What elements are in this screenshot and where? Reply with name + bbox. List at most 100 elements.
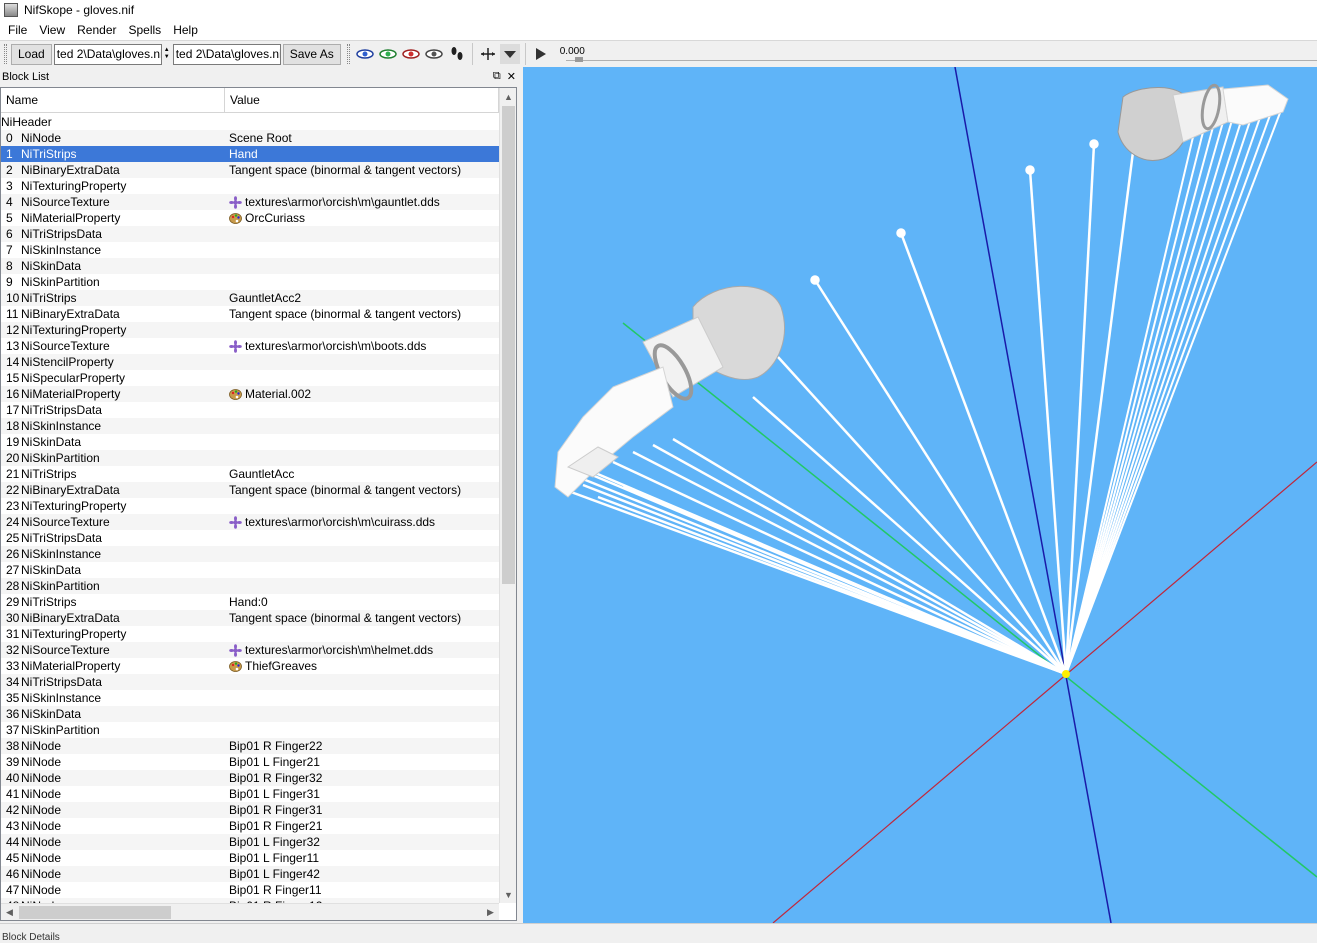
tree-row[interactable]: 17 NiTriStripsData <box>1 402 499 418</box>
tree-row[interactable]: 0 NiNode Scene Root <box>1 130 499 146</box>
tree-row[interactable]: 11 NiBinaryExtraData Tangent space (binorm… <box>1 306 499 322</box>
block-value: Hand <box>225 147 258 161</box>
tree-row[interactable]: 4 NiSourceTexture textures\armor\orcish\m\… <box>1 194 499 210</box>
path-spinner[interactable]: ▲ ▼ <box>164 44 172 65</box>
tree-row[interactable]: 29 NiTriStrips Hand:0 <box>1 594 499 610</box>
menu-file[interactable]: File <box>2 23 33 37</box>
play-icon[interactable] <box>531 44 551 64</box>
tree-row[interactable]: 46 NiNode Bip01 L Finger42 <box>1 866 499 882</box>
load-button[interactable]: Load <box>11 43 52 65</box>
block-value: textures\armor\orcish\m\boots.dds <box>225 339 426 353</box>
tree-row[interactable]: 37 NiSkinPartition <box>1 722 499 738</box>
skeleton-bones <box>752 139 1135 675</box>
block-index: 24 <box>6 515 20 529</box>
scroll-right-icon[interactable]: ▶ <box>482 904 499 920</box>
footprints-icon[interactable] <box>447 44 467 64</box>
tree-row[interactable]: 12 NiTexturingProperty <box>1 322 499 338</box>
timeline-slider-handle[interactable] <box>575 57 583 62</box>
tree-row[interactable]: 25 NiTriStripsData <box>1 530 499 546</box>
palette-icon <box>229 212 242 225</box>
tree-row[interactable]: 14 NiStencilProperty <box>1 354 499 370</box>
tree-row[interactable]: 3 NiTexturingProperty <box>1 178 499 194</box>
horizontal-scrollbar[interactable]: ◀ ▶ <box>1 903 499 920</box>
eye-blue-icon[interactable] <box>356 48 374 60</box>
save-as-button[interactable]: Save As <box>282 43 341 65</box>
vertical-scrollbar[interactable]: ▲ ▼ <box>499 88 516 903</box>
tree-row[interactable]: 41 NiNode Bip01 L Finger31 <box>1 786 499 802</box>
tree-row[interactable]: 16 NiMaterialProperty Material.002 <box>1 386 499 402</box>
block-type-name: NiTriStrips <box>21 467 77 481</box>
tree-row[interactable]: 38 NiNode Bip01 R Finger22 <box>1 738 499 754</box>
tree-row[interactable]: 31 NiTexturingProperty <box>1 626 499 642</box>
tree-row[interactable]: 5 NiMaterialProperty OrcCuriass <box>1 210 499 226</box>
close-dock-icon[interactable]: ✕ <box>507 70 516 83</box>
tree-row[interactable]: 47 NiNode Bip01 R Finger11 <box>1 882 499 898</box>
animation-timeline-slider[interactable] <box>566 60 1317 61</box>
save-path-field[interactable]: ted 2\Data\gloves.nif <box>172 43 281 65</box>
tree-row[interactable]: 34 NiTriStripsData <box>1 674 499 690</box>
scroll-down-icon[interactable]: ▼ <box>500 886 516 903</box>
block-type-name: NiSkinInstance <box>21 243 102 257</box>
tree-row[interactable]: 39 NiNode Bip01 L Finger21 <box>1 754 499 770</box>
tree-row[interactable]: 28 NiSkinPartition <box>1 578 499 594</box>
tree-row[interactable]: 26 NiSkinInstance <box>1 546 499 562</box>
block-index: 12 <box>6 323 20 337</box>
menu-help[interactable]: Help <box>167 23 204 37</box>
toolbar-grip[interactable] <box>4 44 7 64</box>
tree-row[interactable]: 13 NiSourceTexture textures\armor\orcish\m… <box>1 338 499 354</box>
tree-row[interactable]: 32 NiSourceTexture textures\armor\orcish\m… <box>1 642 499 658</box>
tree-row[interactable]: 33 NiMaterialProperty ThiefGreaves <box>1 658 499 674</box>
menu-render[interactable]: Render <box>71 23 122 37</box>
block-index: 1 <box>6 147 13 161</box>
texture-icon <box>229 515 242 529</box>
load-path-field[interactable]: ted 2\Data\gloves.nif <box>53 43 162 65</box>
tree-row[interactable]: 10 NiTriStrips GauntletAcc2 <box>1 290 499 306</box>
eye-green-icon[interactable] <box>379 48 397 60</box>
tree-row[interactable]: 7 NiSkinInstance <box>1 242 499 258</box>
tree-row[interactable]: 36 NiSkinData <box>1 706 499 722</box>
block-index: 0 <box>6 131 13 145</box>
tree-row[interactable]: 30 NiBinaryExtraData Tangent space (binorm… <box>1 610 499 626</box>
eye-red-icon[interactable] <box>402 48 420 60</box>
tree-row[interactable]: 1 NiTriStrips Hand <box>1 146 499 162</box>
tree-row[interactable]: 42 NiNode Bip01 R Finger31 <box>1 802 499 818</box>
tree-row[interactable]: 21 NiTriStrips GauntletAcc <box>1 466 499 482</box>
tree-row[interactable]: 9 NiSkinPartition <box>1 274 499 290</box>
scroll-left-icon[interactable]: ◀ <box>1 904 18 920</box>
tree-row[interactable]: 35 NiSkinInstance <box>1 690 499 706</box>
vertical-scroll-thumb[interactable] <box>502 106 515 584</box>
block-list-tree[interactable]: Name Value NiHeader 0 NiNode Scene Root 1 NiT… <box>0 87 517 921</box>
tree-row[interactable]: 19 NiSkinData <box>1 434 499 450</box>
move-axes-icon[interactable] <box>478 44 498 64</box>
nifskope-app-icon <box>4 2 18 17</box>
horizontal-scroll-thumb[interactable] <box>19 906 171 919</box>
tree-row[interactable]: 43 NiNode Bip01 R Finger21 <box>1 818 499 834</box>
tree-row[interactable]: 40 NiNode Bip01 R Finger32 <box>1 770 499 786</box>
tree-row[interactable]: 27 NiSkinData <box>1 562 499 578</box>
column-header-name[interactable]: Name <box>1 88 225 112</box>
render-viewport[interactable] <box>523 67 1317 923</box>
tree-row[interactable]: 20 NiSkinPartition <box>1 450 499 466</box>
column-header-value[interactable]: Value <box>225 88 499 112</box>
toolbar-grip-2[interactable] <box>346 44 350 64</box>
tree-row[interactable]: 6 NiTriStripsData <box>1 226 499 242</box>
menu-view[interactable]: View <box>33 23 71 37</box>
tree-row[interactable]: 22 NiBinaryExtraData Tangent space (binorm… <box>1 482 499 498</box>
tree-row[interactable]: 44 NiNode Bip01 L Finger32 <box>1 834 499 850</box>
tree-row[interactable]: 24 NiSourceTexture textures\armor\orcish\m… <box>1 514 499 530</box>
block-value: Material.002 <box>225 387 311 401</box>
tree-row[interactable]: 45 NiNode Bip01 L Finger11 <box>1 850 499 866</box>
eye-gray-icon[interactable] <box>425 48 443 60</box>
scroll-up-icon[interactable]: ▲ <box>500 88 516 105</box>
menu-spells[interactable]: Spells <box>123 23 168 37</box>
tree-row[interactable]: 23 NiTexturingProperty <box>1 498 499 514</box>
tree-row[interactable]: NiHeader <box>1 114 499 130</box>
tree-row[interactable]: 18 NiSkinInstance <box>1 418 499 434</box>
float-dock-icon[interactable]: ⧉ <box>493 70 501 83</box>
block-index: 21 <box>6 467 20 481</box>
tree-row[interactable]: 8 NiSkinData <box>1 258 499 274</box>
view-dropdown-icon[interactable] <box>499 44 520 64</box>
tree-row[interactable]: 2 NiBinaryExtraData Tangent space (binorma… <box>1 162 499 178</box>
block-type-name: NiNode <box>21 819 62 833</box>
tree-row[interactable]: 15 NiSpecularProperty <box>1 370 499 386</box>
